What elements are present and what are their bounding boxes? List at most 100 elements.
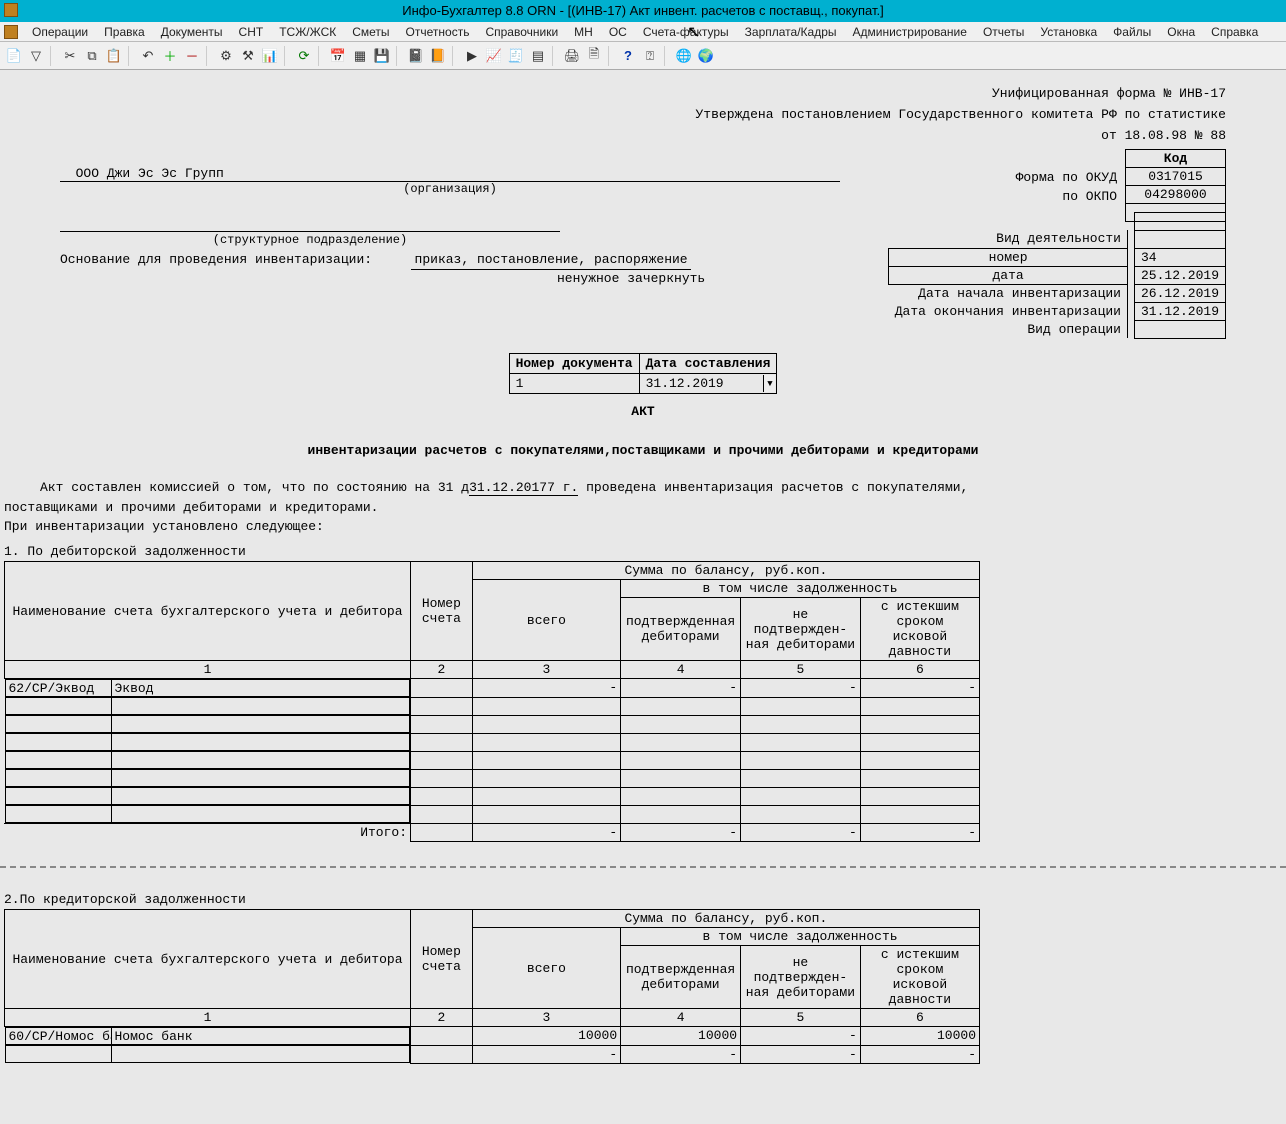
basis-value[interactable]: приказ, постановление, распоряжение [411, 250, 691, 270]
print-icon[interactable]: 🖨 [562, 46, 582, 66]
itogo-label: Итого: [5, 824, 411, 842]
number-label: номер [889, 248, 1128, 266]
date-value[interactable]: 25.12.2019 [1134, 267, 1225, 285]
table-row[interactable] [5, 769, 980, 787]
menu-СНТ[interactable]: СНТ [231, 23, 272, 41]
th-total: всего [472, 580, 620, 661]
th-balance: Сумма по балансу, руб.коп. [472, 562, 979, 580]
config3-icon[interactable]: 📊 [260, 46, 280, 66]
activity-label: Вид деятельности [889, 230, 1128, 248]
menu-Правка[interactable]: Правка [96, 23, 153, 41]
add-icon[interactable]: ＋ [160, 46, 180, 66]
remove-icon[interactable]: － [182, 46, 202, 66]
okpo-label: по ОКПО [60, 187, 1117, 206]
menu-Справка[interactable]: Справка [1203, 23, 1266, 41]
form-approved: Утверждена постановлением Государственно… [60, 107, 1226, 122]
okpo-value[interactable]: 04298000 [1126, 186, 1226, 204]
colnum-6: 6 [860, 661, 979, 679]
th-expired: с истекшим срокомисковой давности [860, 598, 979, 661]
deb-total-c4: - [621, 824, 741, 842]
number-value[interactable]: 34 [1134, 249, 1225, 267]
menu-bar: ОперацииПравкаДокументыСНТТСЖ/ЖСКСметыОт… [0, 22, 1286, 42]
cut-icon[interactable]: ✂ [60, 46, 80, 66]
context-help-icon[interactable]: ⍰ [640, 46, 660, 66]
menu-icon [4, 25, 18, 39]
strike-note: ненужное зачеркнуть [60, 269, 882, 288]
oper-value[interactable] [1134, 321, 1225, 339]
table-row[interactable]: 62/СР/ЭкводЭквод ---- [5, 679, 980, 698]
menu-Справочники[interactable]: Справочники [477, 23, 566, 41]
table-row[interactable] [5, 697, 980, 715]
sheet-icon[interactable]: 🧾 [506, 46, 526, 66]
undo-icon[interactable]: ↶ [138, 46, 158, 66]
preview-icon[interactable]: 🗎 [584, 46, 604, 66]
start-value[interactable]: 26.12.2019 [1134, 285, 1225, 303]
deb-total-acct [411, 824, 473, 842]
th-name: Наименование счета бухгалтерского учета … [5, 562, 411, 661]
menu-Отчеты[interactable]: Отчеты [975, 23, 1032, 41]
docdate-value[interactable]: 31.12.2019 ▼ [639, 374, 777, 394]
menu-ТСЖ/ЖСК[interactable]: ТСЖ/ЖСК [271, 23, 344, 41]
section-1-header: 1. По дебиторской задолженности [4, 544, 1282, 559]
th-confirmed: подтвержденнаядебиторами [621, 598, 741, 661]
okud-value[interactable]: 0317015 [1126, 168, 1226, 186]
deb-total-c3: - [472, 824, 620, 842]
menu-Счета-фактуры[interactable]: Счета-фактуры [635, 23, 737, 41]
refresh-icon[interactable]: ⟳ [294, 46, 314, 66]
menu-Отчетность[interactable]: Отчетность [398, 23, 478, 41]
config2-icon[interactable]: ⚒ [238, 46, 258, 66]
new-icon[interactable]: 📄 [4, 46, 24, 66]
creditor-table: Наименование счета бухгалтерского учета … [4, 909, 980, 1064]
journal-icon[interactable]: 📓 [406, 46, 426, 66]
docnum-table: Номер документа Дата составления 1 31.12… [509, 353, 778, 394]
save-icon[interactable]: 💾 [372, 46, 392, 66]
web-icon[interactable]: 🌍 [696, 46, 716, 66]
section-2-header: 2.По кредиторской задолженности [4, 892, 1282, 907]
date-dropdown-icon[interactable]: ▼ [763, 375, 775, 392]
calendar-icon[interactable]: 📅 [328, 46, 348, 66]
paragraph-1: Акт составлен комиссией о том, что по со… [40, 480, 1282, 496]
struct-note: (структурное подразделение) [60, 231, 560, 250]
chart-icon[interactable]: 📈 [484, 46, 504, 66]
org-name[interactable]: ООО Джи Эс Эс Групп [60, 166, 840, 182]
form-unified: Унифицированная форма № ИНВ-17 [60, 86, 1226, 101]
activity-value[interactable] [1134, 231, 1225, 249]
menu-Зарплата/Кадры[interactable]: Зарплата/Кадры [737, 23, 845, 41]
act-subtitle: инвентаризации расчетов с покупателями,п… [0, 443, 1286, 458]
menu-Операции[interactable]: Операции [24, 23, 96, 41]
table-row[interactable]: 60/СР/Номос банНомос банк 1000010000-100… [5, 1027, 980, 1046]
paragraph-3: При инвентаризации установлено следующее… [4, 519, 1282, 534]
colnum-4: 4 [621, 661, 741, 679]
table-row[interactable] [5, 733, 980, 751]
menu-Установка[interactable]: Установка [1032, 23, 1105, 41]
grid-icon[interactable]: ▤ [528, 46, 548, 66]
end-value[interactable]: 31.12.2019 [1134, 303, 1225, 321]
paste-icon[interactable]: 📋 [104, 46, 124, 66]
filter-icon[interactable]: ▽ [26, 46, 46, 66]
table-row[interactable] [5, 715, 980, 733]
table-row[interactable] [5, 805, 980, 824]
menu-Сметы[interactable]: Сметы [344, 23, 397, 41]
run-icon[interactable]: ▶ [462, 46, 482, 66]
help-icon[interactable]: ? [618, 46, 638, 66]
menu-ОС[interactable]: ОС [601, 23, 635, 41]
menu-Документы[interactable]: Документы [153, 23, 231, 41]
menu-Окна[interactable]: Окна [1159, 23, 1203, 41]
copy-icon[interactable]: ⧉ [82, 46, 102, 66]
globe-icon[interactable]: 🌐 [674, 46, 694, 66]
table-row[interactable] [5, 787, 980, 805]
debtor-table: Наименование счета бухгалтерского учета … [4, 561, 980, 842]
colnum-2: 2 [411, 661, 473, 679]
book-icon[interactable]: 📙 [428, 46, 448, 66]
menu-Файлы[interactable]: Файлы [1105, 23, 1159, 41]
table-row[interactable]: ---- [5, 1045, 980, 1063]
meta-label-table: Вид деятельности номер дата Дата начала … [888, 212, 1128, 338]
menu-МН[interactable]: МН [566, 23, 601, 41]
table-icon[interactable]: ▦ [350, 46, 370, 66]
code-header: Код [1126, 150, 1226, 168]
docnum-value[interactable]: 1 [509, 374, 639, 394]
config1-icon[interactable]: ⚙ [216, 46, 236, 66]
table-row[interactable] [5, 751, 980, 769]
asof-date[interactable]: 31.12.20177 г. [469, 480, 578, 496]
menu-Администрирование[interactable]: Администрирование [845, 23, 975, 41]
